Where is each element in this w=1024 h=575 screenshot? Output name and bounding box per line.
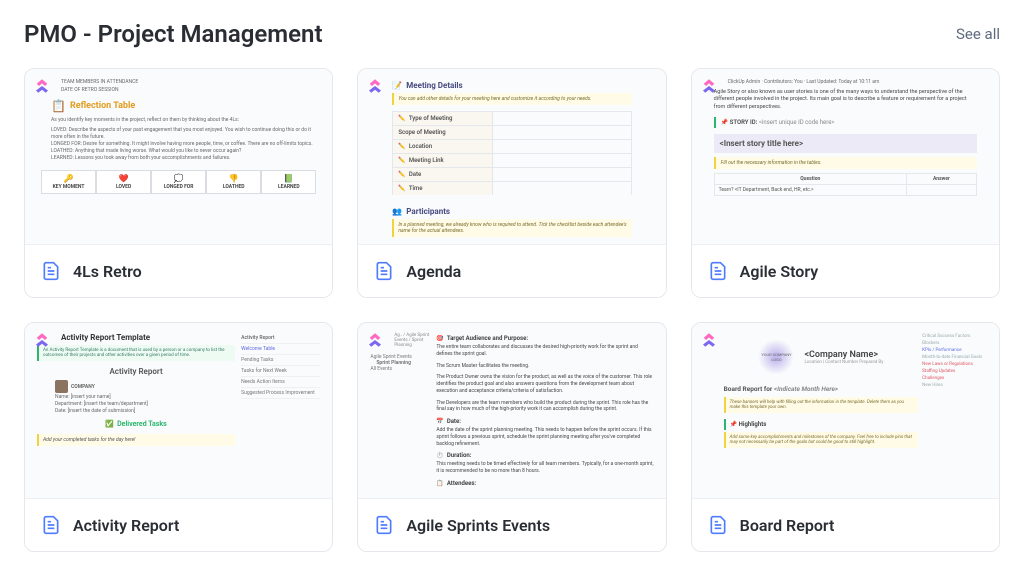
document-icon [41,259,61,283]
people-icon: 👥 [392,207,402,216]
card-preview: Activity Report Template An Activity Rep… [25,323,332,498]
template-card-board-report[interactable]: YOUR COMPANY LOGO <Company Name> Locatio… [691,322,1000,552]
template-card-agile-sprints[interactable]: Ag.. / Agile Sprint Events / Sprint Plan… [357,322,666,552]
clickup-logo-icon [366,77,384,95]
template-card-activity-report[interactable]: Activity Report Template An Activity Rep… [24,322,333,552]
card-title: Agile Sprints Events [406,516,550,535]
pin-icon: 📌 [730,421,737,428]
note-icon: 📝 [392,81,402,90]
document-icon [374,513,394,537]
clickup-logo-icon [700,77,718,95]
card-title: Board Report [740,516,835,535]
document-icon [708,513,728,537]
card-title: Activity Report [73,516,179,535]
card-title: Agile Story [740,262,819,281]
card-preview: YOUR COMPANY LOGO <Company Name> Locatio… [692,323,999,498]
clickup-logo-icon [33,331,51,349]
card-preview: Ag.. / Agile Sprint Events / Sprint Plan… [358,323,665,498]
pencil-icon: ✏️ [398,171,405,178]
template-grid: TEAM MEMBERS IN ATTENDANCE DATE OF RETRO… [24,68,1000,552]
pin-icon: 📌 [721,119,728,126]
document-icon [374,259,394,283]
clickup-logo-icon [366,331,384,349]
document-icon [41,513,61,537]
check-icon: ✅ [105,420,114,428]
clipboard-icon: 📋 [436,480,443,487]
clickup-logo-icon [33,77,51,95]
reflection-icon: 📋 [51,99,66,113]
pencil-icon: ✏️ [398,157,405,164]
card-preview: TEAM MEMBERS IN ATTENDANCE DATE OF RETRO… [25,69,332,244]
see-all-link[interactable]: See all [956,25,1000,43]
template-card-agenda[interactable]: 📝Meeting Details You can add other detai… [357,68,666,298]
company-logo-icon [55,380,68,393]
pencil-icon: ✏️ [398,115,405,122]
card-preview: 📝Meeting Details You can add other detai… [358,69,665,244]
calendar-icon: 📅 [436,418,443,425]
template-card-agile-story[interactable]: ClickUp Admin · Contributors: You · Last… [691,68,1000,298]
target-icon: 🎯 [436,335,443,342]
document-icon [708,259,728,283]
page-title: PMO - Project Management [24,20,323,48]
pencil-icon: ✏️ [398,185,405,192]
template-card-4ls-retro[interactable]: TEAM MEMBERS IN ATTENDANCE DATE OF RETRO… [24,68,333,298]
card-title: 4Ls Retro [73,262,142,281]
clock-icon: ⏱️ [436,452,443,459]
card-preview: ClickUp Admin · Contributors: You · Last… [692,69,999,244]
pencil-icon: ✏️ [398,143,405,150]
clickup-logo-icon [700,331,718,349]
card-title: Agenda [406,262,461,281]
company-logo-placeholder: YOUR COMPANY LOGO [758,339,794,375]
